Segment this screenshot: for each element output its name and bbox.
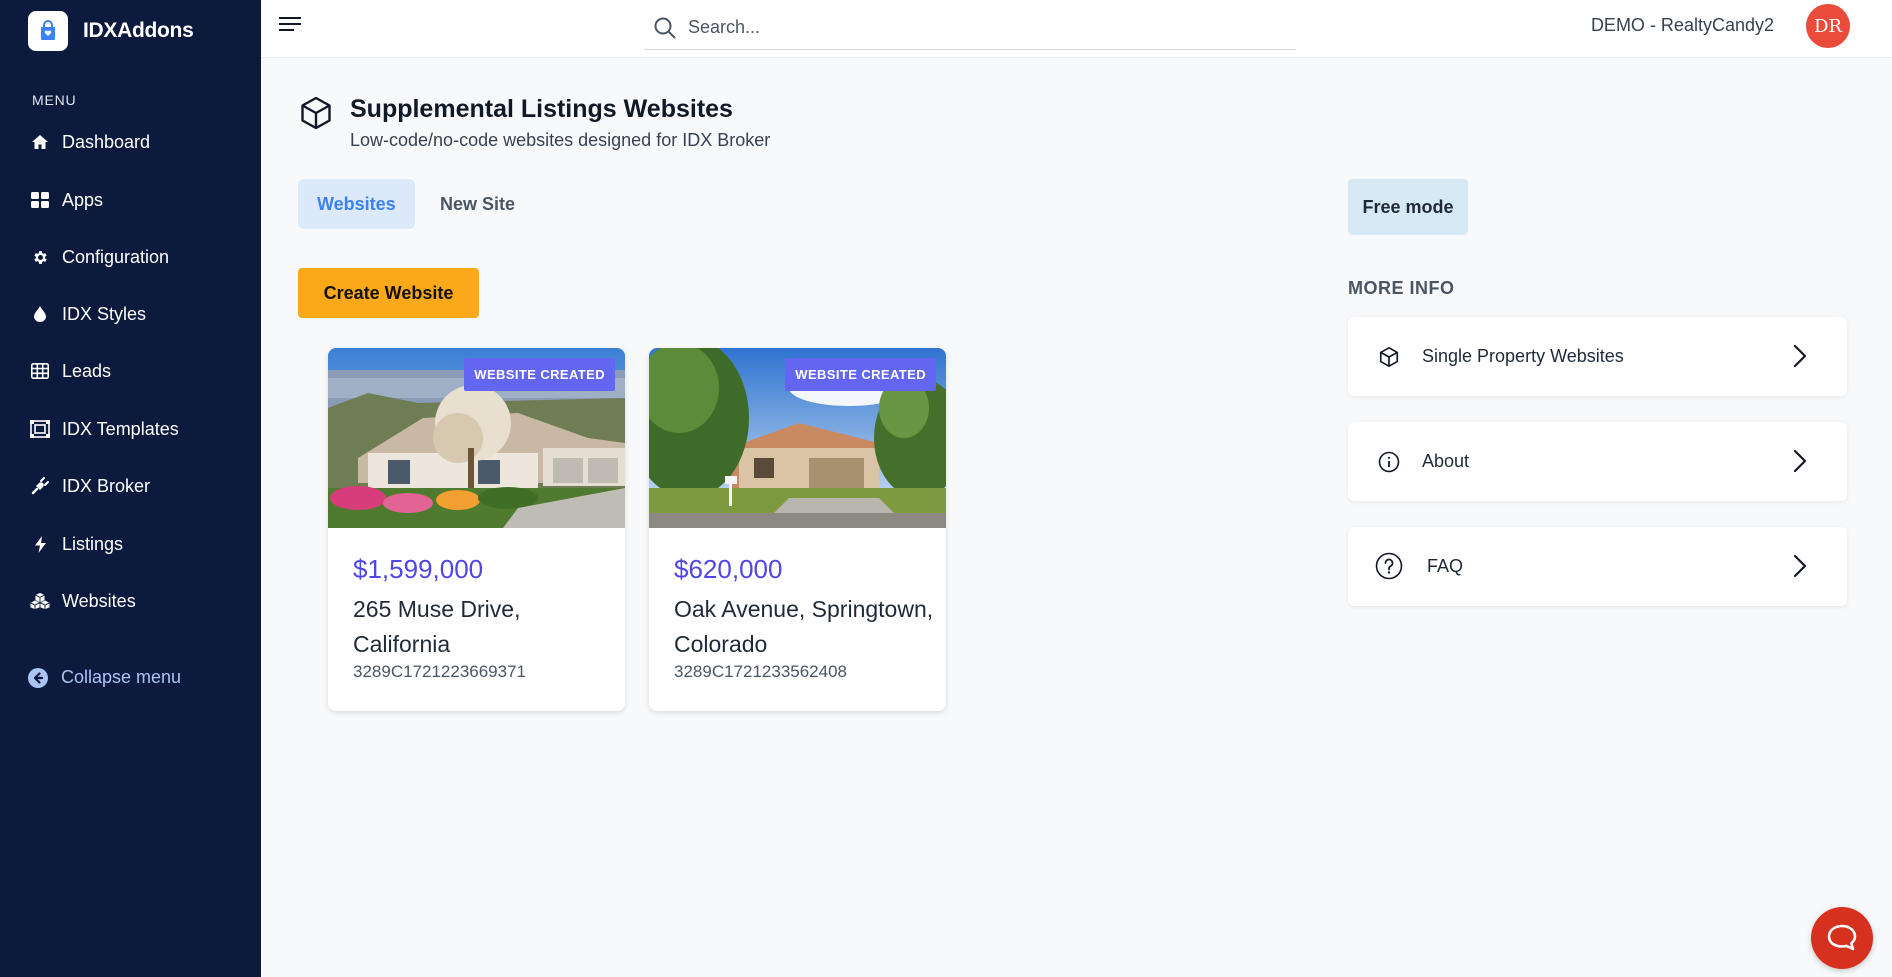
sidebar: IDXAddons MENU Dashboard Apps Configurat… (0, 0, 261, 977)
sidebar-item-label: IDX Styles (62, 303, 147, 324)
sidebar-item-listings[interactable]: Listings (30, 530, 123, 558)
account-name: DEMO - RealtyCandy2 (1590, 15, 1774, 35)
table-icon (30, 361, 50, 381)
info-item-label: FAQ (1427, 556, 1464, 576)
tab-new-site[interactable]: New Site (421, 179, 534, 229)
menu-toggle-icon[interactable] (279, 16, 301, 32)
topbar: DEMO - RealtyCandy2 DR (261, 0, 1892, 58)
sidebar-item-label: IDX Broker (62, 475, 151, 496)
sidebar-item-label: Websites (62, 590, 136, 611)
chat-button[interactable] (1811, 907, 1873, 969)
search-icon (654, 17, 676, 38)
info-item-single-property-websites[interactable]: Single Property Websites (1348, 317, 1847, 396)
cube-icon (298, 95, 334, 136)
website-card[interactable]: WEBSITE CREATED $1,599,000 265 Muse Driv… (328, 348, 625, 711)
info-icon (1376, 449, 1402, 475)
brand-name: IDXAddons (83, 19, 194, 42)
sidebar-item-dashboard[interactable]: Dashboard (30, 128, 150, 156)
brand[interactable]: IDXAddons (28, 11, 194, 51)
gear-icon (30, 247, 50, 267)
free-mode-badge: Free mode (1348, 179, 1468, 235)
menu-title: MENU (32, 92, 77, 108)
search-bar (644, 6, 1296, 50)
question-icon (1375, 552, 1403, 580)
chevron-right-icon (1793, 344, 1807, 373)
sidebar-item-leads[interactable]: Leads (30, 357, 111, 385)
home-icon (30, 132, 50, 152)
brand-logo-icon (28, 11, 68, 51)
template-icon (30, 419, 50, 439)
property-photo: WEBSITE CREATED (649, 348, 946, 528)
card-address: 265 Muse Drive, California (353, 596, 521, 657)
card-price: $1,599,000 (353, 554, 484, 584)
info-item-label: About (1422, 451, 1470, 471)
grid-icon (30, 190, 50, 210)
more-info-title: MORE INFO (1348, 278, 1455, 298)
info-item-faq[interactable]: FAQ (1348, 527, 1847, 606)
sidebar-item-label: IDX Templates (62, 418, 179, 439)
tab-websites[interactable]: Websites (298, 179, 415, 229)
info-item-label: Single Property Websites (1422, 346, 1624, 366)
avatar[interactable]: DR (1806, 4, 1850, 48)
sidebar-item-idx-styles[interactable]: IDX Styles (30, 300, 146, 328)
sidebar-item-label: Apps (62, 189, 104, 210)
cubes-icon (30, 591, 50, 611)
sidebar-item-apps[interactable]: Apps (30, 186, 103, 214)
sidebar-item-idx-broker[interactable]: IDX Broker (30, 472, 150, 500)
status-badge: WEBSITE CREATED (464, 358, 615, 391)
website-card[interactable]: WEBSITE CREATED $620,000 Oak Avenue, Spr… (649, 348, 946, 711)
chat-bubble-icon (1827, 924, 1857, 951)
status-badge: WEBSITE CREATED (785, 358, 936, 391)
page-title: Supplemental Listings Websites (350, 95, 733, 123)
create-website-button[interactable]: Create Website (298, 268, 479, 318)
property-photo: WEBSITE CREATED (328, 348, 625, 528)
cube-icon (1376, 344, 1402, 370)
droplet-icon (30, 304, 50, 324)
sidebar-item-label: Configuration (62, 246, 170, 267)
sidebar-item-label: Dashboard (62, 131, 151, 152)
card-id: 3289C1721233562408 (674, 662, 848, 681)
chevron-right-icon (1793, 449, 1807, 478)
search-input[interactable] (688, 17, 1248, 38)
arrow-left-circle-icon (28, 667, 48, 688)
sidebar-item-configuration[interactable]: Configuration (30, 243, 169, 271)
sidebar-item-label: Leads (62, 360, 112, 381)
collapse-menu-button[interactable]: Collapse menu (28, 667, 181, 688)
bolt-icon (30, 534, 50, 554)
plug-icon (30, 476, 50, 496)
card-address: Oak Avenue, Springtown, Colorado (674, 596, 934, 657)
collapse-menu-label: Collapse menu (61, 667, 182, 687)
sidebar-item-websites[interactable]: Websites (30, 587, 136, 615)
card-price: $620,000 (674, 554, 783, 584)
card-id: 3289C1721223669371 (353, 662, 527, 681)
info-item-about[interactable]: About (1348, 422, 1847, 501)
page-subtitle: Low-code/no-code websites designed for I… (350, 130, 771, 150)
sidebar-item-idx-templates[interactable]: IDX Templates (30, 415, 179, 443)
chevron-right-icon (1793, 554, 1807, 583)
sidebar-item-label: Listings (62, 533, 124, 554)
